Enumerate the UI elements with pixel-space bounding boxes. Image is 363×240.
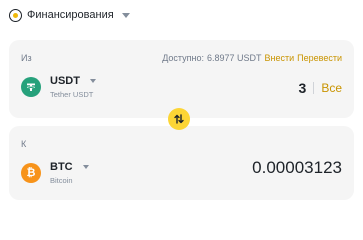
from-asset-selector[interactable]: USDT Tether USDT — [21, 75, 96, 99]
tether-icon — [27, 83, 35, 91]
wallet-icon — [9, 8, 22, 22]
available-label: Доступно: — [162, 53, 204, 63]
from-asset-symbol: USDT — [50, 75, 80, 87]
to-asset-name: Bitcoin — [50, 176, 73, 185]
to-asset-symbol: BTC — [50, 161, 73, 173]
account-label: Финансирования — [27, 9, 114, 21]
max-button[interactable]: Все — [321, 81, 342, 95]
to-card: К ₿ BTC Bitcoin 0.00003123 — [9, 126, 354, 200]
transfer-link[interactable]: Перевести — [297, 53, 342, 63]
divider — [313, 82, 315, 94]
to-card-header: К — [21, 139, 342, 149]
account-selector[interactable]: Финансирования — [9, 7, 130, 23]
to-amount-value: 0.00003123 — [252, 158, 342, 177]
from-label: Из — [21, 53, 32, 63]
from-card-header: Из Доступно: 6.8977 USDT Внести Перевест… — [21, 53, 342, 63]
bitcoin-coin-icon: ₿ — [21, 163, 41, 183]
from-asset-name: Tether USDT — [50, 90, 94, 99]
usdt-coin-icon — [21, 77, 41, 97]
deposit-link[interactable]: Внести — [265, 53, 295, 63]
swap-arrows-icon — [174, 114, 184, 124]
swap-button[interactable] — [168, 108, 190, 130]
to-label: К — [21, 139, 27, 149]
available-value: 6.8977 USDT — [207, 53, 262, 63]
available-balance: Доступно: 6.8977 USDT Внести Перевести — [162, 53, 342, 63]
chevron-down-icon — [89, 79, 96, 83]
from-amount-area: 3 Все — [299, 80, 342, 96]
chevron-down-icon — [121, 12, 130, 18]
to-asset-selector[interactable]: ₿ BTC Bitcoin — [21, 161, 89, 185]
from-amount-input[interactable]: 3 — [299, 80, 307, 96]
from-card: Из Доступно: 6.8977 USDT Внести Перевест… — [9, 40, 354, 118]
chevron-down-icon — [82, 165, 89, 169]
